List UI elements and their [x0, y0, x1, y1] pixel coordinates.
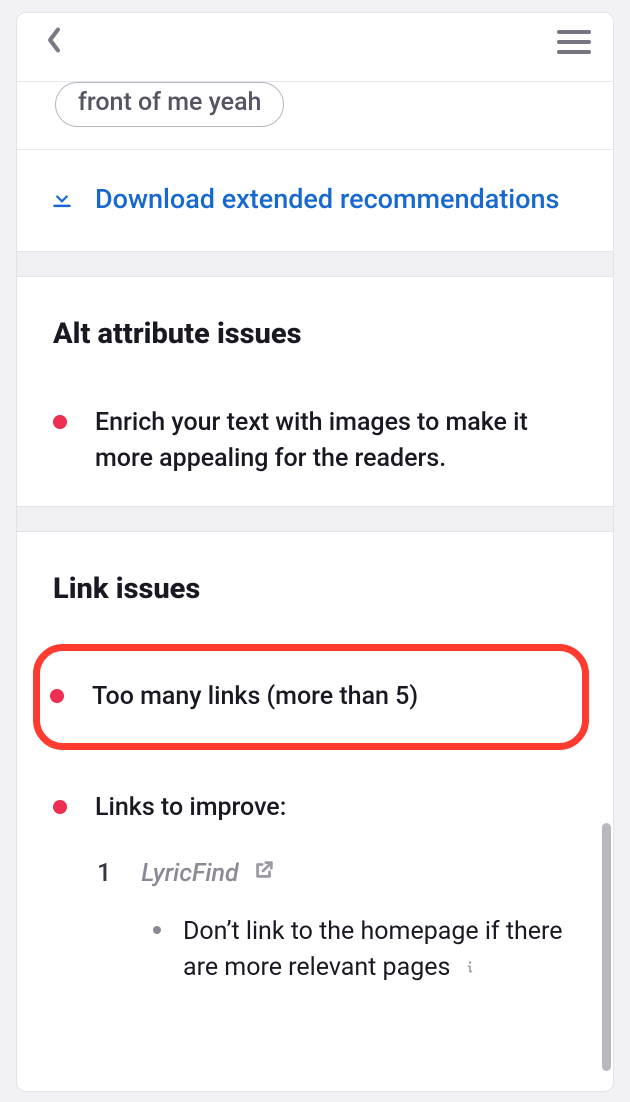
- bullet-icon: [153, 926, 161, 934]
- link-issues-heading: Link issues: [53, 572, 577, 606]
- section-divider: [17, 251, 613, 277]
- issue-item: Too many links (more than 5): [50, 677, 562, 717]
- panel-header: [17, 13, 613, 82]
- download-icon: [49, 184, 75, 210]
- chevron-left-icon: [46, 27, 62, 57]
- severity-dot-icon: [53, 415, 67, 429]
- issue-text: Too many links (more than 5): [92, 679, 418, 715]
- link-issues-section: Link issues Too many links (more than 5)…: [17, 532, 613, 985]
- scrollbar-thumb[interactable]: [602, 823, 611, 1071]
- alt-issues-section: Alt attribute issues Enrich your text wi…: [17, 277, 613, 506]
- chip-row: front of me yeah: [17, 82, 613, 150]
- link-name: LyricFind: [141, 859, 239, 888]
- link-to-improve: 1 LyricFind Don’t link to the homepage i…: [53, 859, 577, 985]
- keyword-chip[interactable]: front of me yeah: [55, 82, 284, 127]
- panel-card: front of me yeah Download extended recom…: [16, 12, 614, 1092]
- highlight-callout: Too many links (more than 5): [33, 644, 589, 750]
- download-row[interactable]: Download extended recommendations: [17, 150, 613, 251]
- hamburger-icon: [557, 30, 591, 34]
- alt-issues-heading: Alt attribute issues: [53, 317, 577, 351]
- link-head[interactable]: 1 LyricFind: [97, 859, 577, 888]
- back-button[interactable]: [39, 27, 69, 57]
- link-index: 1: [97, 859, 111, 888]
- severity-dot-icon: [53, 800, 67, 814]
- issue-item: Links to improve:: [53, 788, 577, 828]
- link-tip: Don’t link to the homepage if there are …: [153, 914, 577, 985]
- issue-item: Enrich your text with images to make it …: [53, 403, 577, 478]
- issue-text: Links to improve:: [95, 790, 286, 826]
- issue-text: Enrich your text with images to make it …: [95, 405, 577, 476]
- menu-button[interactable]: [557, 27, 591, 57]
- external-link-icon: [253, 859, 275, 888]
- link-tip-text: Don’t link to the homepage if there are …: [183, 914, 577, 985]
- download-link-text[interactable]: Download extended recommendations: [95, 182, 559, 217]
- severity-dot-icon: [50, 689, 64, 703]
- info-icon[interactable]: [457, 953, 479, 982]
- section-divider: [17, 506, 613, 532]
